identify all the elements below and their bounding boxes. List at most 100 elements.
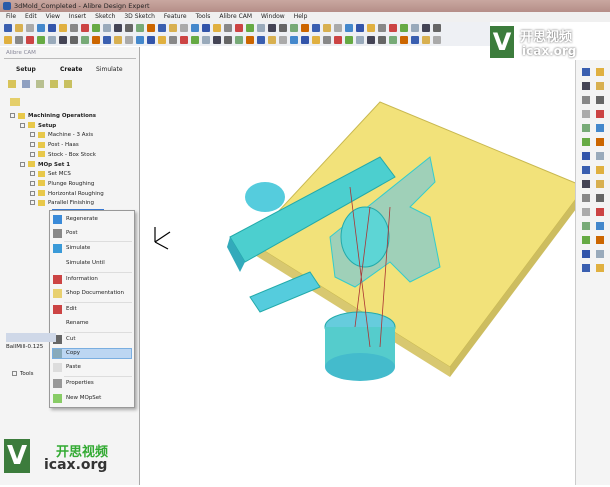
expander-icon[interactable] — [30, 200, 35, 206]
toolbar-button-icon[interactable] — [290, 36, 298, 44]
tree-item[interactable]: Machining Operations — [10, 112, 96, 121]
sketch-tool-icon[interactable] — [596, 250, 604, 258]
toolbar-button-icon[interactable] — [125, 24, 133, 32]
sketch-tool-icon[interactable] — [582, 250, 590, 258]
menu-item-new-mopset[interactable]: New MOpSet — [66, 394, 101, 403]
sketch-tool-icon[interactable] — [596, 96, 604, 104]
toolbar-button-icon[interactable] — [158, 36, 166, 44]
model-view[interactable] — [140, 47, 586, 485]
menu-item-post[interactable]: Post — [66, 229, 78, 238]
tree-item[interactable]: Horizontal Roughing — [30, 190, 104, 199]
sketch-tool-icon[interactable] — [582, 68, 590, 76]
toolbar-button-icon[interactable] — [169, 24, 177, 32]
sketch-tool-icon[interactable] — [596, 180, 604, 188]
toolbar-button-icon[interactable] — [103, 24, 111, 32]
toolbar-button-icon[interactable] — [48, 36, 56, 44]
sketch-tool-icon[interactable] — [596, 110, 604, 118]
menu-item-simulate[interactable]: Simulate — [66, 244, 90, 253]
create-op-icon[interactable] — [8, 80, 16, 88]
menu-item-regenerate[interactable]: Regenerate — [66, 215, 98, 224]
toolbar-button-icon[interactable] — [389, 24, 397, 32]
toolbar-button-icon[interactable] — [246, 24, 254, 32]
menu-item-rename[interactable]: Rename — [66, 319, 89, 328]
menu-item-edit[interactable]: Edit — [66, 305, 77, 314]
sketch-tool-icon[interactable] — [582, 222, 590, 230]
toolbar-button-icon[interactable] — [312, 36, 320, 44]
toolbar-button-icon[interactable] — [345, 36, 353, 44]
toolbar-button-icon[interactable] — [202, 36, 210, 44]
toolbar-button-icon[interactable] — [323, 36, 331, 44]
toolbar-button-icon[interactable] — [257, 36, 265, 44]
toolbar-button-icon[interactable] — [114, 36, 122, 44]
toolbar-button-icon[interactable] — [202, 24, 210, 32]
expander-icon[interactable] — [30, 132, 35, 138]
toolbar-button-icon[interactable] — [433, 36, 441, 44]
tree-item[interactable]: Plunge Roughing — [30, 180, 94, 189]
toolbar-button-icon[interactable] — [334, 36, 342, 44]
expander-icon[interactable] — [30, 142, 35, 148]
expander-icon[interactable] — [30, 180, 35, 186]
expander-icon[interactable] — [30, 171, 35, 177]
menu-item-information[interactable]: Information — [66, 275, 98, 284]
sketch-tool-icon[interactable] — [582, 236, 590, 244]
toolbar-button-icon[interactable] — [26, 24, 34, 32]
toolbar-button-icon[interactable] — [48, 24, 56, 32]
menu-window[interactable]: Window — [261, 12, 285, 22]
toolbar-button-icon[interactable] — [235, 36, 243, 44]
sketch-tool-icon[interactable] — [596, 236, 604, 244]
menu-3dsketch[interactable]: 3D Sketch — [124, 12, 155, 22]
menu-item-cut[interactable]: Cut — [66, 335, 75, 344]
toolbar-button-icon[interactable] — [70, 36, 78, 44]
menu-sketch[interactable]: Sketch — [95, 12, 115, 22]
toolbar-button-icon[interactable] — [15, 36, 23, 44]
op-icon[interactable] — [10, 98, 20, 106]
toolbar-button-icon[interactable] — [180, 24, 188, 32]
menu-item-copy[interactable]: Copy — [66, 349, 80, 358]
menu-insert[interactable]: Insert — [69, 12, 86, 22]
toolbar-button-icon[interactable] — [246, 36, 254, 44]
tree-item[interactable]: Stock - Box Stock — [30, 151, 96, 160]
tree-item[interactable]: Parallel Finishing — [30, 199, 94, 208]
save-icon[interactable] — [22, 80, 30, 88]
expander-icon[interactable] — [20, 122, 25, 128]
sketch-tool-icon[interactable] — [596, 124, 604, 132]
toolbar-button-icon[interactable] — [180, 36, 188, 44]
tree-item[interactable]: Set MCS — [30, 170, 71, 179]
toolbar-button-icon[interactable] — [400, 36, 408, 44]
menu-item-properties[interactable]: Properties — [66, 379, 94, 388]
toolbar-button-icon[interactable] — [92, 36, 100, 44]
sketch-tool-icon[interactable] — [596, 194, 604, 202]
toolbar-button-icon[interactable] — [92, 24, 100, 32]
tree-item[interactable]: Machine - 3 Axis — [30, 131, 93, 140]
toolbar-button-icon[interactable] — [279, 36, 287, 44]
tab-create[interactable]: Create — [60, 64, 82, 76]
toolbar-button-icon[interactable] — [125, 36, 133, 44]
sketch-tool-icon[interactable] — [582, 152, 590, 160]
sketch-tool-icon[interactable] — [596, 264, 604, 272]
menu-item-paste[interactable]: Paste — [66, 363, 81, 372]
toolbar-button-icon[interactable] — [37, 36, 45, 44]
sketch-tool-icon[interactable] — [582, 264, 590, 272]
3d-viewport[interactable] — [140, 47, 586, 485]
tree-item[interactable]: Setup — [20, 122, 56, 131]
menu-item-simulate-until[interactable]: Simulate Until — [66, 259, 105, 268]
sketch-tool-icon[interactable] — [582, 166, 590, 174]
sketch-tool-icon[interactable] — [596, 82, 604, 90]
toolbar-button-icon[interactable] — [103, 36, 111, 44]
sketch-tool-icon[interactable] — [596, 208, 604, 216]
toolbar-button-icon[interactable] — [81, 36, 89, 44]
menu-file[interactable]: File — [6, 12, 16, 22]
menu-view[interactable]: View — [46, 12, 60, 22]
toolbar-button-icon[interactable] — [224, 24, 232, 32]
toolbar-button-icon[interactable] — [433, 24, 441, 32]
toolbar-button-icon[interactable] — [301, 36, 309, 44]
toolbar-button-icon[interactable] — [378, 24, 386, 32]
toolbar-button-icon[interactable] — [224, 36, 232, 44]
toolbar-button-icon[interactable] — [136, 36, 144, 44]
toolbar-button-icon[interactable] — [323, 24, 331, 32]
toolbar-button-icon[interactable] — [37, 24, 45, 32]
toolbar-button-icon[interactable] — [356, 24, 364, 32]
toolbar-button-icon[interactable] — [15, 24, 23, 32]
toolbar-button-icon[interactable] — [213, 36, 221, 44]
menu-feature[interactable]: Feature — [164, 12, 187, 22]
